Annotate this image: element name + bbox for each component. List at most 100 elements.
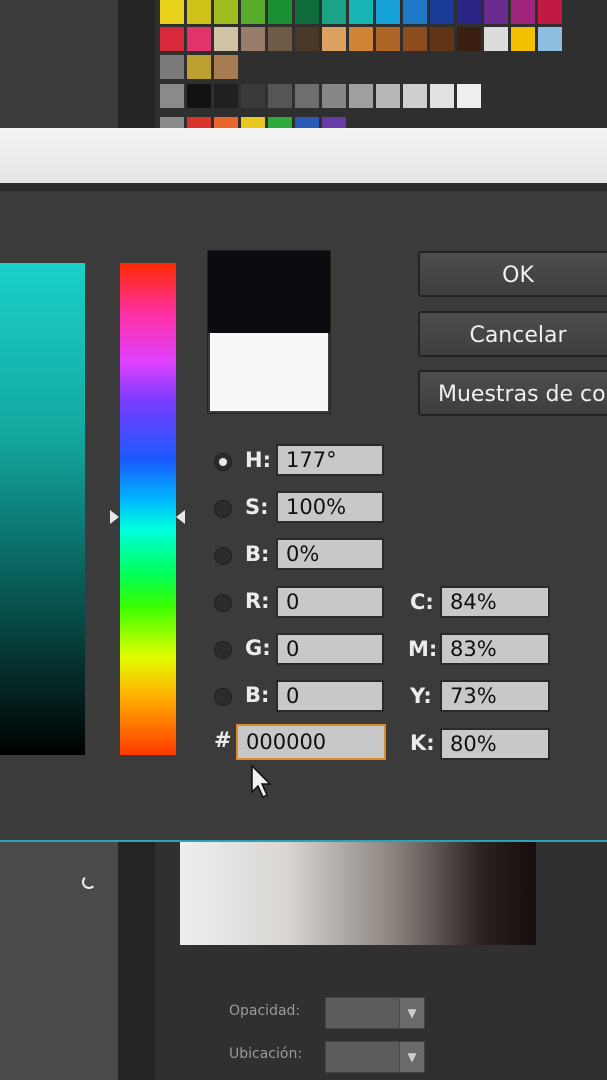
location-label: Ubicación: xyxy=(229,1046,303,1062)
color-swatch[interactable] xyxy=(268,84,292,108)
color-swatch[interactable] xyxy=(376,0,400,24)
saturation-brightness-field[interactable] xyxy=(0,263,96,889)
color-swatch[interactable] xyxy=(430,84,454,108)
swatch-row xyxy=(160,55,238,79)
color-swatch[interactable] xyxy=(214,0,238,24)
ok-button[interactable]: OK xyxy=(418,251,607,297)
color-swatch[interactable] xyxy=(295,27,319,51)
color-swatch[interactable] xyxy=(322,84,346,108)
cyan-field[interactable]: 84% xyxy=(440,586,550,618)
color-swatch[interactable] xyxy=(349,84,373,108)
color-swatch[interactable] xyxy=(241,0,265,24)
hue-field[interactable]: 177° xyxy=(276,444,384,476)
swatch-row xyxy=(160,84,481,108)
color-swatch[interactable] xyxy=(322,27,346,51)
color-preview xyxy=(207,250,331,414)
color-swatch[interactable] xyxy=(160,0,184,24)
red-label: R: xyxy=(245,589,270,613)
brightness-label: B: xyxy=(245,542,270,566)
color-swatch[interactable] xyxy=(457,84,481,108)
color-picker-dialog: OK Cancelar Muestras de co H: 177° S: 10… xyxy=(0,128,607,889)
cyan-label: C: xyxy=(410,590,434,614)
color-swatch[interactable] xyxy=(403,27,427,51)
black-field[interactable]: 80% xyxy=(440,728,550,760)
blue-label: B: xyxy=(245,683,270,707)
new-color-swatch xyxy=(208,251,330,333)
hue-radio[interactable] xyxy=(214,453,232,471)
color-swatch[interactable] xyxy=(538,0,562,24)
saturation-radio[interactable] xyxy=(214,500,232,518)
color-swatches-button[interactable]: Muestras de co xyxy=(418,370,607,416)
blue-radio[interactable] xyxy=(214,688,232,706)
hue-label: H: xyxy=(245,448,271,472)
mouse-pointer-icon xyxy=(251,764,272,799)
color-swatch[interactable] xyxy=(241,84,265,108)
hue-slider[interactable] xyxy=(120,263,176,755)
swatch-row xyxy=(160,27,562,51)
background-panel-left-lower xyxy=(0,840,125,1080)
color-swatch[interactable] xyxy=(538,27,562,51)
black-label: K: xyxy=(410,731,435,755)
color-swatch[interactable] xyxy=(187,27,211,51)
dropdown-arrow-icon: ▼ xyxy=(399,1042,424,1072)
color-swatch[interactable] xyxy=(403,84,427,108)
color-swatch[interactable] xyxy=(484,0,508,24)
color-field-cursor-icon[interactable] xyxy=(82,875,96,889)
color-swatch[interactable] xyxy=(511,0,535,24)
color-swatch[interactable] xyxy=(268,0,292,24)
red-radio[interactable] xyxy=(214,594,232,612)
color-swatch[interactable] xyxy=(214,84,238,108)
color-swatch[interactable] xyxy=(187,55,211,79)
color-swatch[interactable] xyxy=(187,84,211,108)
saturation-label: S: xyxy=(245,495,269,519)
gradient-preview[interactable] xyxy=(180,842,536,945)
color-swatch[interactable] xyxy=(214,55,238,79)
yellow-label: Y: xyxy=(410,684,432,708)
yellow-field[interactable]: 73% xyxy=(440,680,550,712)
opacity-label: Opacidad: xyxy=(229,1003,301,1019)
color-swatch[interactable] xyxy=(349,27,373,51)
color-swatch[interactable] xyxy=(187,0,211,24)
color-swatch[interactable] xyxy=(457,0,481,24)
swatch-row xyxy=(160,0,562,24)
color-swatch[interactable] xyxy=(268,27,292,51)
color-swatch[interactable] xyxy=(322,0,346,24)
color-swatch[interactable] xyxy=(403,0,427,24)
color-swatch[interactable] xyxy=(376,27,400,51)
title-bar-divider xyxy=(0,183,607,191)
red-field[interactable]: 0 xyxy=(276,586,384,618)
hue-slider-handle-right-icon[interactable] xyxy=(176,510,185,524)
color-swatch[interactable] xyxy=(430,27,454,51)
color-swatch[interactable] xyxy=(484,27,508,51)
opacity-dropdown[interactable]: ▼ xyxy=(325,997,425,1029)
hue-slider-handle-left-icon[interactable] xyxy=(110,510,119,524)
green-label: G: xyxy=(245,636,271,660)
green-field[interactable]: 0 xyxy=(276,633,384,665)
color-swatch[interactable] xyxy=(160,84,184,108)
brightness-radio[interactable] xyxy=(214,547,232,565)
color-swatch[interactable] xyxy=(214,27,238,51)
color-swatch[interactable] xyxy=(511,27,535,51)
magenta-label: M: xyxy=(408,637,438,661)
brightness-field[interactable]: 0% xyxy=(276,538,384,570)
location-dropdown[interactable]: ▼ xyxy=(325,1041,425,1073)
saturation-field[interactable]: 100% xyxy=(276,491,384,523)
color-swatch[interactable] xyxy=(376,84,400,108)
color-swatch[interactable] xyxy=(160,55,184,79)
color-swatch[interactable] xyxy=(160,27,184,51)
color-swatch[interactable] xyxy=(430,0,454,24)
hex-field[interactable]: 000000 xyxy=(236,724,386,760)
color-swatch[interactable] xyxy=(295,84,319,108)
magenta-field[interactable]: 83% xyxy=(440,633,550,665)
color-swatch[interactable] xyxy=(457,27,481,51)
hex-label: # xyxy=(214,728,232,752)
blue-field[interactable]: 0 xyxy=(276,680,384,712)
color-swatch[interactable] xyxy=(349,0,373,24)
color-swatch[interactable] xyxy=(241,27,265,51)
cancel-button[interactable]: Cancelar xyxy=(418,311,607,357)
dropdown-arrow-icon: ▼ xyxy=(399,998,424,1028)
color-swatch[interactable] xyxy=(295,0,319,24)
current-color-swatch[interactable] xyxy=(210,333,328,411)
dialog-title-bar[interactable] xyxy=(0,128,607,183)
green-radio[interactable] xyxy=(214,641,232,659)
